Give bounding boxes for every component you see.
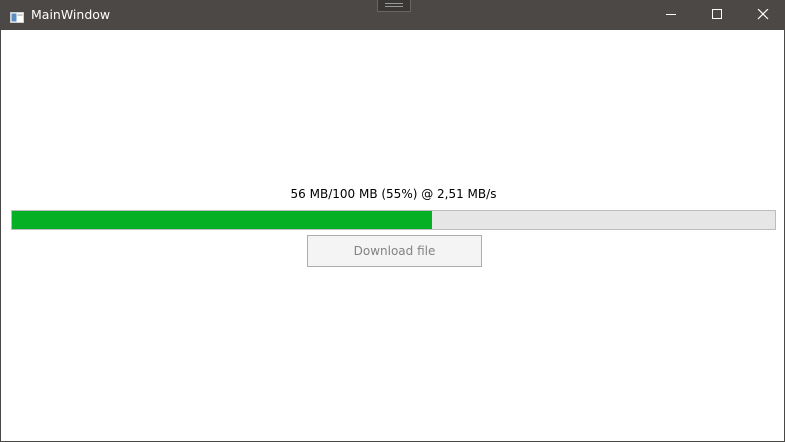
minimize-button[interactable] [648, 0, 694, 30]
grip-line [385, 6, 403, 7]
minimize-icon [666, 14, 676, 15]
download-progress-bar [11, 210, 776, 230]
download-status-text: 56 MB/100 MB (55%) @ 2,51 MB/s [290, 187, 497, 201]
close-button[interactable] [740, 0, 785, 30]
download-progress-fill [12, 211, 432, 229]
title-bar[interactable]: MainWindow [1, 0, 785, 30]
grip-line [385, 3, 403, 4]
window-content: 56 MB/100 MB (55%) @ 2,51 MB/s Download … [1, 30, 784, 441]
close-icon [757, 9, 769, 20]
maximize-button[interactable] [694, 0, 740, 30]
maximize-icon [712, 9, 722, 19]
download-file-button[interactable]: Download file [307, 235, 482, 267]
toolbar-grip-handle[interactable] [377, 0, 411, 12]
window-title: MainWindow [31, 7, 111, 22]
window-app-icon [10, 8, 24, 23]
main-window: MainWindow 56 MB/100 MB (55%) @ 2,51 MB/… [0, 0, 785, 442]
